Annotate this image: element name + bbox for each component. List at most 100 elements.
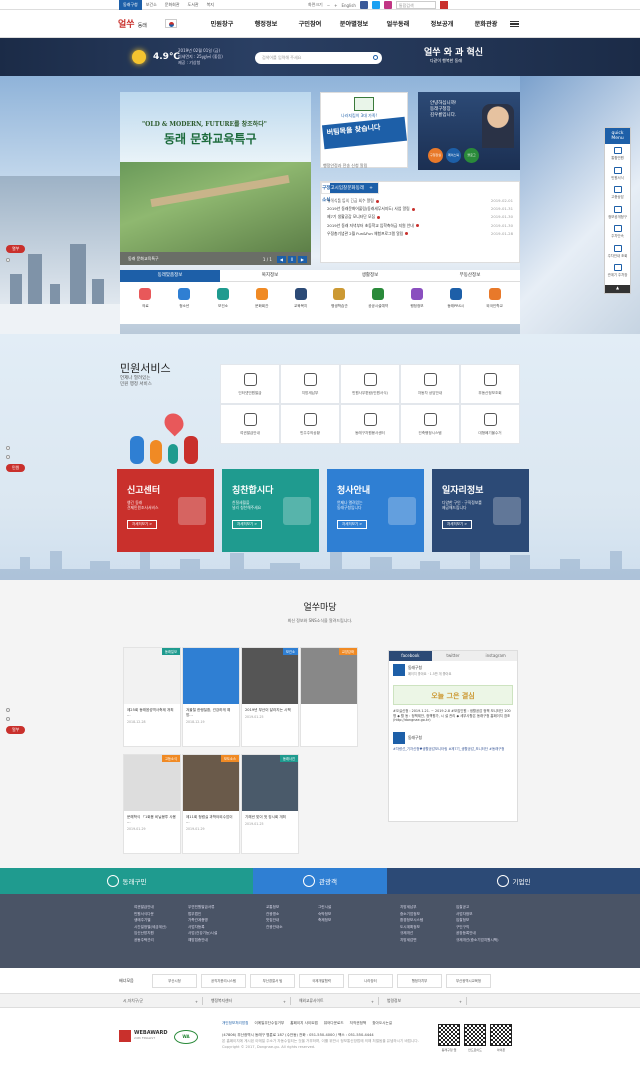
side-banner-hero[interactable]: 나라지킴이 3대 가족! 버팀목을 찾습니다 xyxy=(320,92,408,168)
footer-link[interactable]: 지방세감면 xyxy=(400,937,423,944)
partner-banner[interactable]: 국제개발협력 xyxy=(299,974,344,988)
section-nav-active[interactable]: 얼쑤 xyxy=(6,726,26,734)
footer-link[interactable]: 여권발급안내 xyxy=(134,904,167,911)
footer-policy-link[interactable]: 개인정보처리방침 xyxy=(222,1021,248,1026)
site-link-welfare[interactable]: 복지 xyxy=(203,0,218,10)
category-item[interactable]: 의료 xyxy=(126,288,165,309)
category-item[interactable]: 외국인학교 xyxy=(475,288,514,309)
section-nav-dot[interactable] xyxy=(6,258,10,262)
news-item[interactable]: 2019년 동래문화어울림(동래세무서지도) 사업 알림 2019-01-31 xyxy=(327,205,513,213)
tab-bid[interactable]: 입찰정보 xyxy=(339,183,347,203)
news-card[interactable]: 보건소 2019년 부산이 달라지는 시책 2019-01-25 xyxy=(241,647,299,747)
civil-service-item[interactable]: 건축행정시스템 xyxy=(400,404,460,444)
search-icon[interactable] xyxy=(439,1,448,9)
footer-link[interactable]: 교통정보 xyxy=(266,904,283,911)
civil-service-item[interactable]: 대형폐기물수거 xyxy=(460,404,520,444)
footer-link[interactable]: 그린시설 xyxy=(318,904,331,911)
next-icon[interactable]: ▶ xyxy=(297,256,307,263)
civil-service-item[interactable]: 인터넷민원발급 xyxy=(220,364,280,404)
qr-code[interactable]: 아이폰 xyxy=(490,1024,512,1052)
service-card[interactable]: 일자리정보 다양한 구인 · 구직정보를 제공해드립니다 자세히보기 > xyxy=(432,469,529,552)
quick-item[interactable]: 주차안내 조회 xyxy=(605,242,630,262)
civil-service-item[interactable]: 지방세납부 xyxy=(280,364,340,404)
menu-tourism[interactable]: 문화관광 xyxy=(464,19,508,28)
tab-twitter[interactable]: twitter xyxy=(431,651,475,661)
news-item[interactable]: 우정총기념관 2월 Fun&Fun 체험프로그램 알림 2019-01-28 xyxy=(327,230,513,238)
mayor-banner[interactable]: 안녕하십니까! 동래구청장 김우룡입니다. 구청장실 페이스북 블로그 xyxy=(418,92,520,170)
partner-banner[interactable]: 행정자치부 xyxy=(397,974,442,988)
footer-link[interactable]: 민원서식다운 xyxy=(134,911,167,918)
site-link-gucheong[interactable]: 동래구청 xyxy=(119,0,142,10)
pause-icon[interactable]: Ⅱ xyxy=(287,256,296,263)
footer-link[interactable]: 예방접종안내 xyxy=(188,937,217,944)
footer-link[interactable]: 숙박정보 xyxy=(318,911,331,918)
footer-link[interactable]: 생애주기별 xyxy=(134,917,167,924)
main-banner[interactable]: "OLD & MODERN, FUTURE를 창조하다" 동래 문화교육특구 동… xyxy=(120,92,311,265)
tab-custom-info[interactable]: 동래맞춤정보 xyxy=(120,270,220,282)
select-welfare-center[interactable]: 행정복지센터 + xyxy=(207,997,291,1005)
citizen-header[interactable]: 동래구민 xyxy=(0,868,253,894)
footer-policy-link[interactable]: 찾아오시는길 xyxy=(372,1021,392,1026)
footer-link[interactable]: 중소기업정보 xyxy=(400,911,423,918)
footer-link[interactable]: 규제개선(중소기업지원시책) xyxy=(456,937,498,944)
quick-item[interactable]: 관계기 주차장 xyxy=(605,261,630,281)
footer-policy-link[interactable]: 홈페이지 사이트맵 xyxy=(290,1021,318,1026)
qr-code[interactable]: 동래구청 앱 xyxy=(438,1024,460,1052)
facebook-button[interactable]: 페이스북 xyxy=(446,148,461,163)
section-nav-dot[interactable] xyxy=(6,708,10,712)
business-header[interactable]: 기업인 xyxy=(387,868,640,894)
section-nav-active[interactable]: 민원 xyxy=(6,464,26,472)
menu-participate[interactable]: 구민참여 xyxy=(288,19,332,28)
facebook-icon[interactable] xyxy=(359,1,368,9)
partner-banner[interactable]: 공직자윤리시스템 xyxy=(201,974,246,988)
civil-service-item[interactable]: 부동산정보조회 xyxy=(460,364,520,404)
scroll-top-icon[interactable]: ▲ xyxy=(605,285,630,293)
tab-gazette[interactable]: 동래공보 xyxy=(356,183,364,203)
menu-eolssu[interactable]: 얼쑤동래 xyxy=(376,19,420,28)
tab-life-info[interactable]: 생활정보 xyxy=(320,270,420,282)
site-link-library[interactable]: 도서관 xyxy=(184,0,203,10)
category-item[interactable]: 청소년 xyxy=(165,288,204,309)
menu-field-info[interactable]: 분야별정보 xyxy=(332,19,376,28)
qr-code[interactable]: 안드로이드 xyxy=(464,1024,486,1052)
tab-news[interactable]: 구정소식 xyxy=(322,183,331,203)
footer-link[interactable]: 사업자등록 xyxy=(188,924,217,931)
footer-link[interactable]: 환경정보시스템 xyxy=(400,917,423,924)
top-search-input[interactable]: 통합검색 xyxy=(395,1,436,9)
tab-realestate-info[interactable]: 부동산정보 xyxy=(420,270,520,282)
footer-link[interactable]: 입찰정보 xyxy=(456,917,498,924)
category-item[interactable]: 문화회관 xyxy=(242,288,281,309)
select-exchange-site[interactable]: 해외교류사이트 + xyxy=(295,997,379,1005)
category-item[interactable]: 동래PRS시 xyxy=(436,288,475,309)
category-item[interactable]: 공공시설예약 xyxy=(359,288,398,309)
menu-admin[interactable]: 행정정보 xyxy=(244,19,288,28)
partner-banner[interactable]: 부산경찰서 팀 xyxy=(250,974,295,988)
twitter-icon[interactable] xyxy=(371,1,380,9)
blog-button[interactable]: 블로그 xyxy=(464,148,479,163)
footer-link[interactable]: 관광명소 xyxy=(266,911,283,918)
more-icon[interactable]: + xyxy=(364,183,378,193)
footer-link[interactable]: 입찰공고 xyxy=(456,904,498,911)
select-law-info[interactable]: 법령정보 + xyxy=(383,997,467,1005)
instagram-icon[interactable] xyxy=(383,1,392,9)
footer-link[interactable]: 가족관계증명 xyxy=(188,917,217,924)
footer-link[interactable]: 관광안내소 xyxy=(266,924,283,931)
news-card[interactable]: 동래일보 제25회 동래읍성역사축제 개최 … 2018-12-28 xyxy=(123,647,181,747)
quick-item[interactable]: 통합민원 xyxy=(605,144,630,164)
category-item[interactable]: 보건소 xyxy=(204,288,243,309)
hamburger-icon[interactable] xyxy=(510,21,519,27)
category-item[interactable]: 평생학습관 xyxy=(320,288,359,309)
civil-service-item[interactable]: 민원사무편람(민원서식) xyxy=(340,364,400,404)
card-more-button[interactable]: 자세히보기 > xyxy=(442,520,473,529)
footer-link[interactable]: 사업(건강기능)시설 xyxy=(188,930,217,937)
footer-link[interactable]: 축제정보 xyxy=(318,917,331,924)
zoom-plus-icon[interactable]: + xyxy=(334,3,337,8)
section-nav-dot[interactable] xyxy=(6,446,10,450)
footer-link[interactable]: 구인구직 xyxy=(456,924,498,931)
footer-link[interactable]: 규제개선 xyxy=(400,930,423,937)
zoom-minus-icon[interactable]: − xyxy=(327,3,330,8)
partner-banner[interactable]: 부산광역시교육청 xyxy=(446,974,491,988)
civil-service-item[interactable]: 민주주의상황 xyxy=(280,404,340,444)
news-item[interactable]: 2019년 동래 저녁부터 초등학교 입학축하금 지원 안내 2019-01-30 xyxy=(327,222,513,230)
section-nav-dot[interactable] xyxy=(6,717,10,721)
